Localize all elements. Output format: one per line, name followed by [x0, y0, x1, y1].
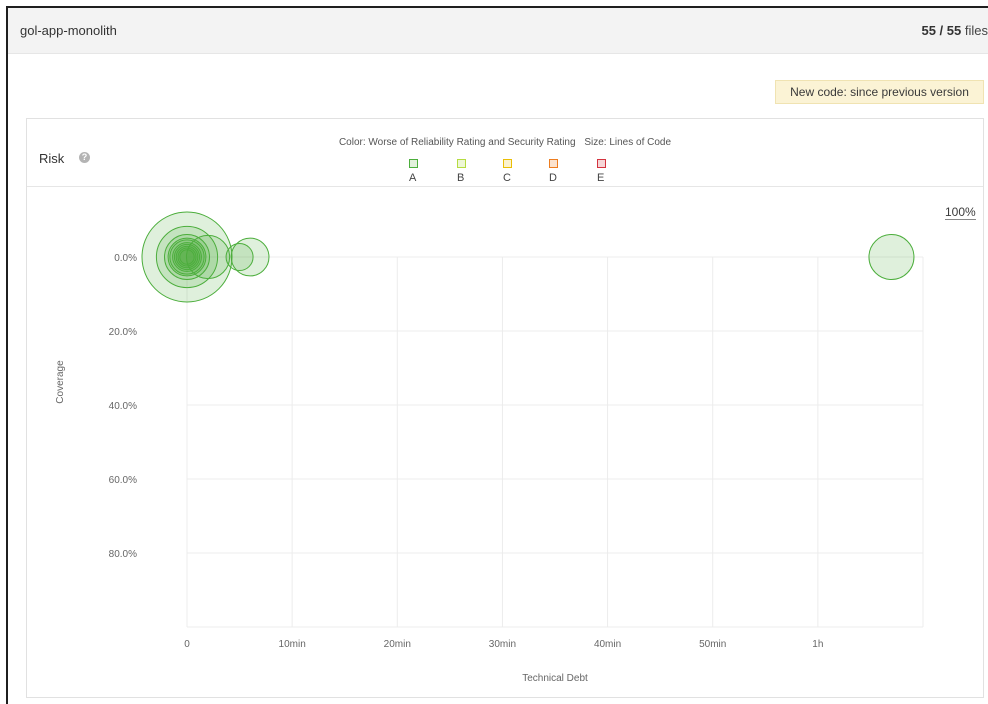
- y-tick-label: 0.0%: [114, 253, 137, 264]
- x-tick-label: 20min: [384, 639, 411, 650]
- bubble-a: [179, 249, 195, 265]
- bubble-chart: 0.0% 20.0% 40.0% 60.0% 80.0% 0 10min 20min 30min…: [55, 211, 924, 684]
- x-tick-label: 1h: [812, 639, 823, 650]
- file-count: 55 / 55 files: [921, 23, 988, 38]
- x-axis-label: Technical Debt: [522, 673, 588, 684]
- y-tick-label: 40.0%: [109, 401, 137, 412]
- x-tick-label: 0: [184, 639, 190, 650]
- file-count-value: 55 / 55: [921, 23, 962, 38]
- project-header: gol-app-monolith 55 / 55 files: [8, 8, 988, 54]
- bubble-a: [868, 234, 915, 280]
- main-frame: gol-app-monolith 55 / 55 files New code:…: [6, 6, 988, 704]
- bubble-a: [225, 243, 254, 271]
- y-axis-label: Coverage: [55, 360, 66, 404]
- y-tick-label: 20.0%: [109, 327, 137, 338]
- y-tick-label: 60.0%: [109, 475, 137, 486]
- risk-panel: Risk ? Color: Worse of Reliability Ratin…: [26, 118, 984, 698]
- x-tick-label: 50min: [699, 639, 726, 650]
- file-count-suffix: files: [964, 23, 988, 38]
- x-tick-label: 10min: [279, 639, 306, 650]
- new-code-period-badge: New code: since previous version: [775, 80, 984, 104]
- project-name-link[interactable]: gol-app-monolith: [20, 23, 117, 38]
- x-tick-label: 30min: [489, 639, 516, 650]
- x-tick-label: 40min: [594, 639, 621, 650]
- y-tick-label: 80.0%: [109, 549, 137, 560]
